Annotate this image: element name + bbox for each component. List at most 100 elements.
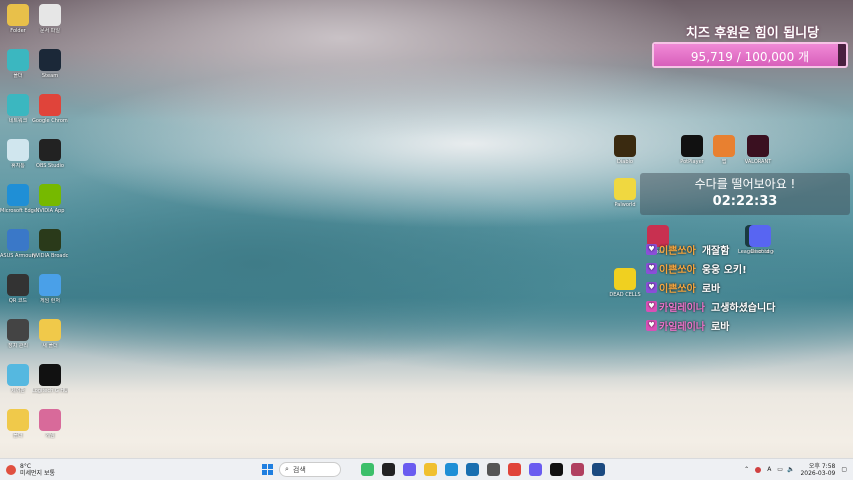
- weather-text: 미세먼지 보통: [20, 469, 56, 477]
- weather-temp: 8°C: [20, 462, 32, 470]
- notification-icon[interactable]: ▢: [841, 466, 847, 473]
- desktop-icon-label: PotPlayer: [680, 159, 704, 165]
- desktop-icon[interactable]: VALORANT: [740, 135, 776, 165]
- desktop-icon-label: 게임 런처: [40, 298, 60, 304]
- desktop-icon[interactable]: ASUS Armoury: [0, 229, 36, 259]
- clock[interactable]: 오후 7:58 2026-03-09: [800, 463, 835, 477]
- edge-icon[interactable]: [445, 463, 458, 476]
- chat-text: 고생하셨습니다: [711, 303, 776, 314]
- discord-icon[interactable]: [529, 463, 542, 476]
- weather-widget[interactable]: 8°C 미세먼지 보통: [0, 463, 250, 477]
- desktop-icon-label: 휴지통: [11, 163, 25, 169]
- desktop-icon[interactable]: DEAD CELLS: [607, 268, 643, 298]
- chevron-up-icon[interactable]: ⌃: [744, 466, 749, 473]
- volume-icon[interactable]: 🔈: [787, 466, 794, 473]
- desktop-icon[interactable]: 장치 관리: [0, 319, 36, 349]
- desktop-icon-label: Diablo: [617, 159, 633, 165]
- file-explorer-icon[interactable]: [424, 463, 437, 476]
- steam-icon[interactable]: [592, 463, 605, 476]
- chat-text: 로바: [711, 322, 730, 333]
- desktop-icon-label: 게임: [45, 433, 55, 439]
- desktop-icon[interactable]: 문서 파일: [32, 4, 68, 34]
- heart-badge-icon: ♥: [646, 244, 657, 255]
- store-icon[interactable]: [466, 463, 479, 476]
- timer-title: 수다를 떨어보아요 !: [694, 177, 796, 191]
- app-icon: [39, 319, 61, 341]
- app-icon: [7, 49, 29, 71]
- desktop-icon[interactable]: NVIDIA Broadcast: [32, 229, 68, 259]
- desktop-icon[interactable]: Logitech G HUB: [32, 364, 68, 394]
- app-icon: [39, 49, 61, 71]
- desktop-icon[interactable]: OBS Studio: [32, 139, 68, 169]
- desktop-icon[interactable]: 폴더: [0, 409, 36, 439]
- app-icon: [7, 274, 29, 296]
- chat-text: 개잘함: [701, 246, 730, 257]
- desktop-icon-label: Palworld: [614, 202, 636, 208]
- app-icon: [39, 94, 61, 116]
- desktop-icon[interactable]: 새 폴더: [32, 319, 68, 349]
- desktop-icon[interactable]: 앱: [706, 135, 742, 165]
- desktop-icon-label: 폴더: [13, 433, 23, 439]
- app-icon: [713, 135, 735, 157]
- desktop-icon-label: OBS Studio: [36, 163, 64, 169]
- search-box[interactable]: ⌕ 검색: [279, 462, 341, 477]
- network-icon[interactable]: ▭: [777, 466, 783, 473]
- terminal-icon[interactable]: [382, 463, 395, 476]
- desktop-icon[interactable]: 휴지통: [0, 139, 36, 169]
- desktop-icon-label: QR 코드: [8, 298, 28, 304]
- heart-badge-icon: ♥: [646, 263, 657, 274]
- app-icon: [7, 184, 29, 206]
- app-icon: [7, 409, 29, 431]
- desktop-icon-label: NVIDIA Broadcast: [32, 253, 68, 259]
- copilot-icon[interactable]: [403, 463, 416, 476]
- app-icon: [39, 409, 61, 431]
- app-icon: [7, 319, 29, 341]
- heart-badge-icon: ♥: [646, 301, 657, 312]
- chat-nickname: 카일레이나: [659, 303, 705, 314]
- donation-goal-bar: 95,719 / 100,000 개: [652, 42, 848, 68]
- desktop-icon-label: ASUS Armoury: [0, 253, 36, 259]
- potplayer-icon[interactable]: [550, 463, 563, 476]
- chat-message: ♥ 이쁜쏘아 웅웅 오키!: [646, 259, 775, 278]
- app-icon: [614, 268, 636, 290]
- language-indicator[interactable]: A: [767, 466, 771, 473]
- chat-message: ♥ 이쁜쏘아 개잘함: [646, 240, 775, 259]
- desktop-icon[interactable]: 게임 런처: [32, 274, 68, 304]
- taskbar: 8°C 미세먼지 보통 ⌕ 검색 ⌃ A ▭ 🔈 오후 7:58 2026-03-…: [0, 458, 853, 480]
- desktop-icon-label: Logitech G HUB: [32, 388, 68, 394]
- app-icon: [7, 229, 29, 251]
- desktop-icon-label: 제어판: [11, 388, 25, 394]
- desktop-icon[interactable]: Diablo: [607, 135, 643, 165]
- desktop-icon[interactable]: QR 코드: [0, 274, 36, 304]
- desktop-icon-label: 새 폴더: [42, 343, 58, 349]
- desktop-icon[interactable]: Folder: [0, 4, 36, 34]
- desktop-icon[interactable]: Microsoft Edge: [0, 184, 36, 214]
- desktop-icon[interactable]: 제어판: [0, 364, 36, 394]
- desktop-icon[interactable]: 네트워크: [0, 94, 36, 124]
- desktop-icon[interactable]: Palworld: [607, 178, 643, 208]
- donation-goal-title: 치즈 후원은 힘이 됩니당: [685, 26, 820, 41]
- desktop-icon-label: NVIDIA App: [35, 208, 65, 214]
- desktop-icon[interactable]: 폴더: [0, 49, 36, 79]
- donation-goal-text: 95,719 / 100,000 개: [690, 50, 810, 64]
- app-icon: [614, 135, 636, 157]
- clock-time: 오후 7:58: [808, 462, 836, 470]
- widgets-icon[interactable]: [361, 463, 374, 476]
- app-icon[interactable]: [487, 463, 500, 476]
- app-icon: [39, 184, 61, 206]
- desktop-icon[interactable]: NVIDIA App: [32, 184, 68, 214]
- desktop-icon[interactable]: 게임: [32, 409, 68, 439]
- chrome-icon[interactable]: [508, 463, 521, 476]
- game-icon[interactable]: [571, 463, 584, 476]
- app-icon: [39, 4, 61, 26]
- start-icon[interactable]: [262, 464, 273, 475]
- app-icon: [7, 4, 29, 26]
- app-icon: [614, 178, 636, 200]
- desktop-icon-label: Steam: [41, 73, 59, 79]
- chat-message: ♥ 카일레이나 로바: [646, 316, 775, 335]
- desktop-icon[interactable]: Steam: [32, 49, 68, 79]
- desktop-icon[interactable]: Google Chrome: [32, 94, 68, 124]
- chat-text: 로바: [701, 284, 721, 295]
- desktop-icon[interactable]: PotPlayer: [674, 135, 710, 165]
- tray-app-icon[interactable]: [755, 466, 762, 473]
